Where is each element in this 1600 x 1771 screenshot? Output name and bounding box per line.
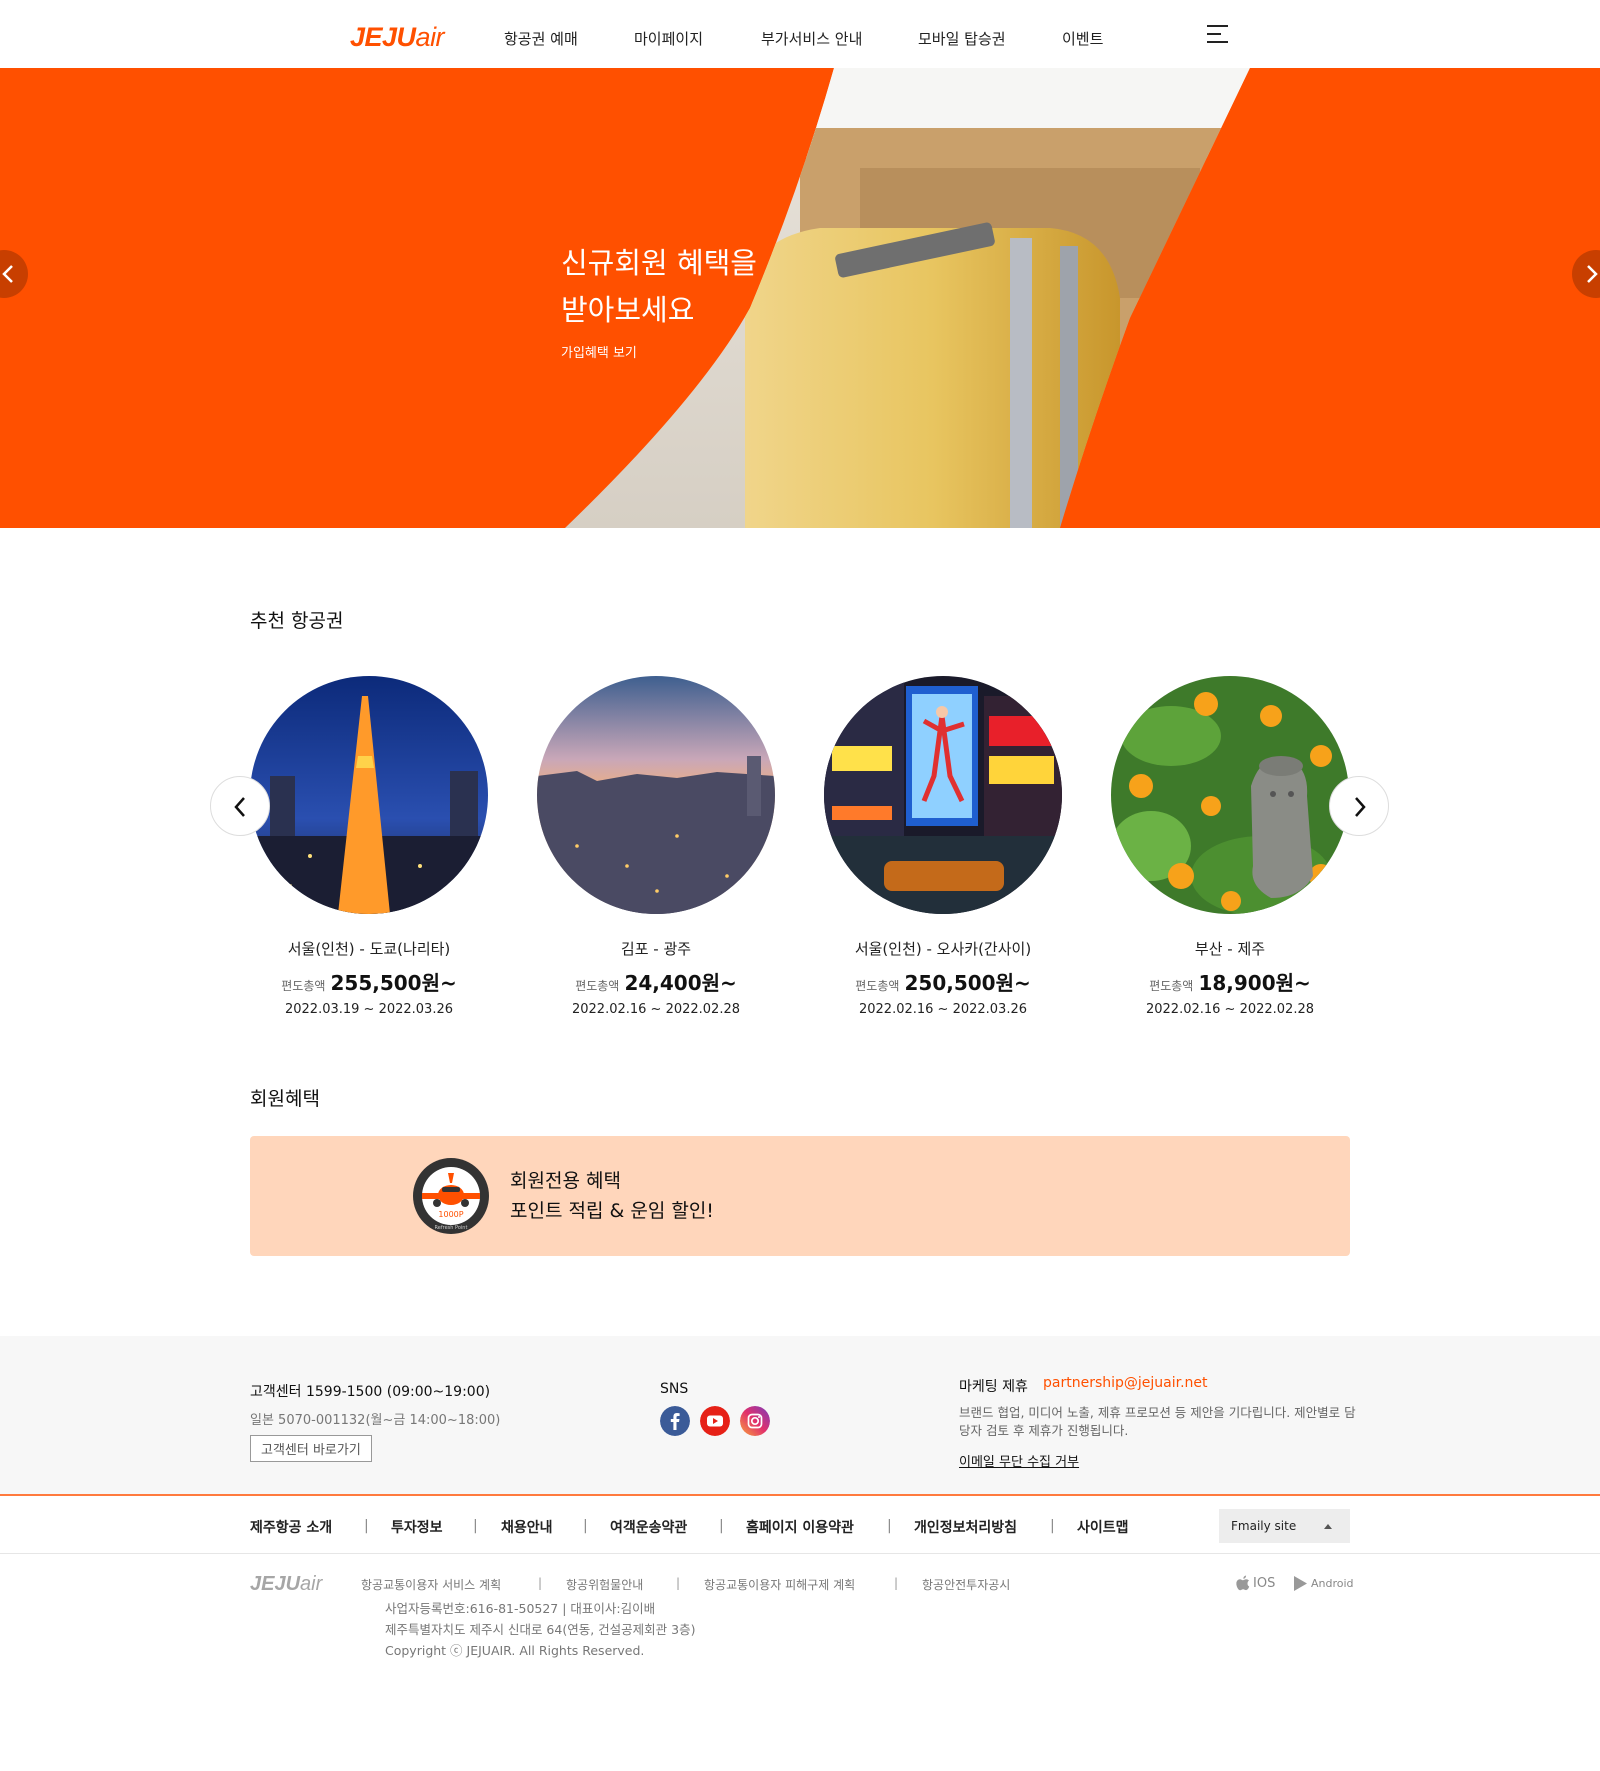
ticket-card[interactable]: 부산 - 제주 편도총액 18,900원~ 2022.02.16 ~ 2022.… xyxy=(1110,676,1350,1017)
gwangju-photo xyxy=(537,676,775,914)
link-careers[interactable]: 채용안내 xyxy=(501,1517,553,1537)
site-header: JEJUair 항공권 예매 마이페이지 부가서비스 안내 모바일 탑승권 이벤… xyxy=(0,0,1600,68)
business-info: 사업자등록번호:616-81-50527 | 대표이사:김이배 xyxy=(385,1601,656,1616)
link-carriage-terms[interactable]: 여객운송약관 xyxy=(610,1517,687,1537)
member-benefits-title: 회원혜택 xyxy=(250,1088,320,1110)
link-safety-investment[interactable]: 항공안전투자공시 xyxy=(922,1576,1010,1593)
email-refuse-link[interactable]: 이메일 무단 수집 거부 xyxy=(959,1451,1079,1470)
separator: | xyxy=(894,1576,899,1590)
link-site-terms[interactable]: 홈페이지 이용약관 xyxy=(746,1517,854,1537)
ticket-dates: 2022.03.19 ~ 2022.03.26 xyxy=(284,1002,454,1017)
separator: | xyxy=(473,1518,478,1534)
ticket-card[interactable]: 김포 - 광주 편도총액 24,400원~ 2022.02.16 ~ 2022.… xyxy=(536,676,776,1017)
ticket-dates: 2022.02.16 ~ 2022.02.28 xyxy=(571,1002,741,1017)
nav-events[interactable]: 이벤트 xyxy=(1062,28,1103,49)
facebook-icon[interactable] xyxy=(660,1406,690,1436)
company-address: 제주특별자치도 제주시 신대로 64(연동, 건설공제회관 3층) xyxy=(385,1622,696,1637)
member-benefit-banner[interactable]: 1000P Refresh Point 회원전용 혜택 포인트 적립 & 운임 … xyxy=(250,1136,1350,1256)
family-site-select[interactable]: Fmaily site xyxy=(1219,1509,1350,1543)
nav-mypage[interactable]: 마이페이지 xyxy=(634,28,703,49)
family-site-label: Fmaily site xyxy=(1231,1519,1297,1533)
ticket-price: 250,500원~ xyxy=(904,971,1031,995)
hero-title: 신규회원 혜택을 받아보세요 xyxy=(561,246,757,327)
link-sitemap[interactable]: 사이트맵 xyxy=(1077,1517,1129,1537)
osaka-photo xyxy=(824,676,1062,914)
ios-app-link[interactable]: IOS xyxy=(1236,1575,1275,1591)
android-app-link[interactable]: Android xyxy=(1293,1575,1354,1592)
nav-flight-booking[interactable]: 항공권 예매 xyxy=(504,28,578,49)
ticket-card[interactable]: 서울(인천) - 오사카(간사이) 편도총액 250,500원~ 2022.02… xyxy=(823,676,1063,1017)
link-damage-relief-plan[interactable]: 항공교통이용자 피해구제 계획 xyxy=(704,1576,855,1593)
youtube-icon[interactable] xyxy=(700,1406,730,1436)
separator: | xyxy=(364,1518,369,1534)
separator: | xyxy=(1050,1518,1055,1534)
link-user-service-plan[interactable]: 항공교통이용자 서비스 계획 xyxy=(361,1576,501,1593)
sns-label: SNS xyxy=(660,1381,689,1397)
price-label: 편도총액 xyxy=(855,979,900,993)
hero-banner: 신규회원 혜택을 받아보세요 가입혜택 보기 xyxy=(0,68,1600,528)
chevron-left-icon xyxy=(234,797,245,817)
separator: | xyxy=(719,1518,724,1534)
ticket-route: 김포 - 광주 xyxy=(620,940,692,958)
nav-extra-services[interactable]: 부가서비스 안내 xyxy=(761,28,862,49)
ticket-route: 서울(인천) - 도쿄(나리타) xyxy=(287,940,451,958)
ticket-price: 18,900원~ xyxy=(1198,971,1311,995)
hamburger-icon[interactable] xyxy=(1207,25,1228,44)
link-investment[interactable]: 투자정보 xyxy=(391,1517,443,1537)
footer-links-bar: 제주항공 소개 | 투자정보 | 채용안내 | 여객운송약관 | 홈페이지 이용… xyxy=(0,1498,1600,1554)
ticket-price: 255,500원~ xyxy=(330,971,457,995)
separator: | xyxy=(538,1576,543,1590)
airplane-point-icon: 1000P Refresh Point xyxy=(413,1158,489,1234)
recommended-tickets-title: 추천 항공권 xyxy=(250,610,344,632)
separator: | xyxy=(676,1576,681,1590)
benefit-text: 회원전용 혜택 포인트 적립 & 운임 할인! xyxy=(510,1170,714,1222)
chevron-right-icon xyxy=(1355,797,1366,817)
tokyo-photo xyxy=(250,676,488,914)
marketing-email-link[interactable]: partnership@jejuair.net xyxy=(1043,1375,1208,1391)
ticket-dates: 2022.02.16 ~ 2022.03.26 xyxy=(858,1002,1028,1017)
ticket-card[interactable]: 서울(인천) - 도쿄(나리타) 편도총액 255,500원~ 2022.03.… xyxy=(249,676,489,1017)
chevron-right-icon xyxy=(1587,265,1598,283)
separator: | xyxy=(887,1518,892,1534)
google-play-icon xyxy=(1294,1576,1307,1591)
footer-bottom: JEJUair 항공교통이용자 서비스 계획 | 항공위험물안내 | 항공교통이… xyxy=(0,1554,1600,1771)
call-center-info: 고객센터 1599-1500 (09:00~19:00) xyxy=(250,1384,491,1400)
instagram-icon[interactable] xyxy=(740,1406,770,1436)
price-label: 편도총액 xyxy=(575,979,620,993)
link-dangerous-goods[interactable]: 항공위험물안내 xyxy=(566,1576,643,1593)
ticket-price: 24,400원~ xyxy=(624,971,737,995)
marketing-description: 브랜드 협업, 미디어 노출, 제휴 프로모션 등 제안을 기다립니다. 제안별… xyxy=(959,1405,1356,1438)
android-label: Android xyxy=(1311,1577,1354,1590)
tickets-prev-button[interactable] xyxy=(210,776,270,836)
chevron-left-icon xyxy=(2,265,13,283)
ticket-dates: 2022.02.16 ~ 2022.02.28 xyxy=(1145,1002,1315,1017)
japan-call-info: 일본 5070-001132(월~금 14:00~18:00) xyxy=(250,1413,501,1428)
nav-mobile-boarding-pass[interactable]: 모바일 탑승권 xyxy=(918,28,1006,49)
apple-icon xyxy=(1236,1575,1250,1591)
badge-point-text: 1000P xyxy=(438,1210,463,1219)
separator: | xyxy=(583,1518,588,1534)
caret-up-icon xyxy=(1324,1524,1332,1529)
copyright: Copyright ⓒ JEJUAIR. All Rights Reserved… xyxy=(385,1643,645,1658)
link-privacy-policy[interactable]: 개인정보처리방침 xyxy=(914,1517,1017,1537)
jejuair-footer-logo: JEJUair xyxy=(250,1573,323,1595)
link-company-intro[interactable]: 제주항공 소개 xyxy=(250,1517,332,1537)
hero-signup-benefits-link[interactable]: 가입혜택 보기 xyxy=(561,342,637,361)
jejuair-logo[interactable]: JEJUair xyxy=(350,22,445,53)
ios-label: IOS xyxy=(1253,1575,1276,1591)
customer-center-button[interactable]: 고객센터 바로가기 xyxy=(250,1435,372,1462)
footer-info: 고객센터 1599-1500 (09:00~19:00) 일본 5070-001… xyxy=(0,1336,1600,1496)
ticket-route: 서울(인천) - 오사카(간사이) xyxy=(854,940,1032,958)
tickets-next-button[interactable] xyxy=(1329,776,1389,836)
price-label: 편도총액 xyxy=(281,979,326,993)
price-label: 편도총액 xyxy=(1149,979,1194,993)
marketing-label: 마케팅 제휴 xyxy=(959,1379,1028,1395)
badge-ring-text: Refresh Point xyxy=(435,1225,468,1231)
ticket-route: 부산 - 제주 xyxy=(1194,940,1266,958)
jeju-photo xyxy=(1111,676,1349,914)
